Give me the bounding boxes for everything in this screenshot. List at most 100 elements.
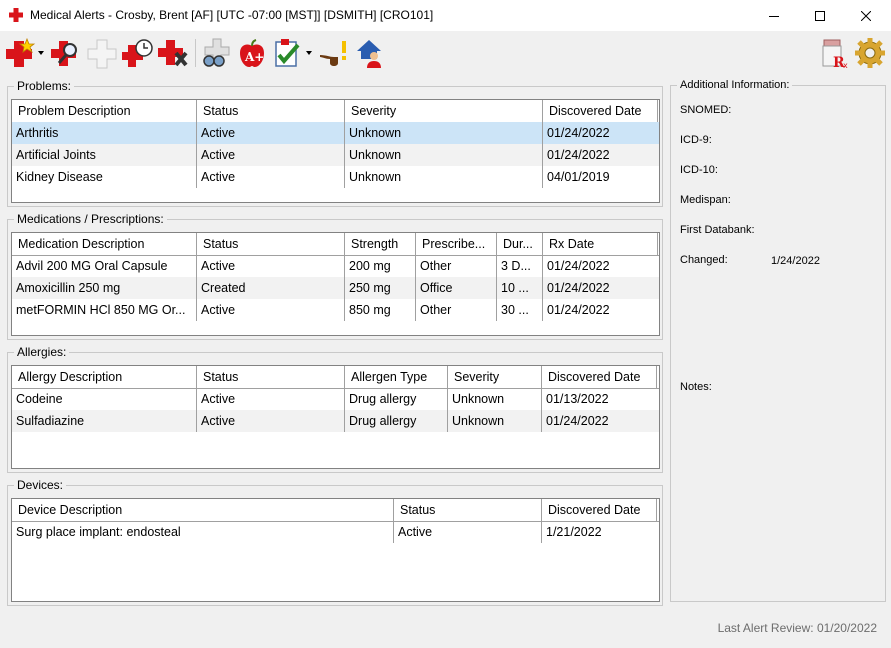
icd9-label: ICD-9: <box>680 134 712 146</box>
table-cell: Unknown <box>349 148 402 162</box>
table-cell: Surg place implant: endosteal <box>16 525 181 539</box>
table-cell: 250 mg <box>349 281 391 295</box>
column-header-status[interactable]: Status <box>197 366 345 388</box>
table-cell: 04/01/2019 <box>547 170 610 184</box>
table-row[interactable]: metFORMIN HCl 850 MG Or... Active 850 mg Ot… <box>12 299 659 321</box>
rx-prescription-button[interactable]: R x <box>818 37 850 69</box>
table-cell: Office <box>420 281 453 295</box>
table-cell: 200 mg <box>349 259 391 273</box>
table-row[interactable]: Amoxicillin 250 mg Created 250 mg Office 10 … <box>12 277 659 299</box>
checklist-icon <box>275 39 300 67</box>
toolbar-separator <box>195 39 196 67</box>
column-header-status[interactable]: Status <box>394 499 542 521</box>
column-header-device-description[interactable]: Device Description <box>12 499 394 521</box>
table-cell: 10 ... <box>501 281 529 295</box>
allergies-grid[interactable]: Allergy Description Status Allergen Type Se… <box>11 365 660 469</box>
column-header-severity[interactable]: Severity <box>345 100 543 122</box>
column-header-discovered-date[interactable]: Discovered Date <box>543 100 658 122</box>
delete-alert-button[interactable] <box>158 37 190 69</box>
medications-grid[interactable]: Medication Description Status Strength Pres… <box>11 232 660 336</box>
alert-history-button[interactable] <box>122 37 154 69</box>
table-cell: Unknown <box>452 414 505 428</box>
medications-grid-header: Medication Description Status Strength Pres… <box>12 233 659 256</box>
health-apple-button[interactable]: A+ <box>236 37 268 69</box>
icd10-label: ICD-10: <box>680 164 718 176</box>
home-user-button[interactable] <box>354 37 386 69</box>
devices-grid-header: Device Description Status Discovered Date <box>12 499 659 522</box>
table-cell: Drug allergy <box>349 414 417 428</box>
column-header-dur[interactable]: Dur... <box>497 233 543 255</box>
table-cell: Kidney Disease <box>16 170 103 184</box>
column-header-status[interactable]: Status <box>197 100 345 122</box>
column-header-medication-description[interactable]: Medication Description <box>12 233 197 255</box>
table-row[interactable]: Codeine Active Drug allergy Unknown 01/13/20… <box>12 388 659 410</box>
table-cell: Active <box>201 392 236 406</box>
table-cell: Artificial Joints <box>16 148 96 162</box>
table-cell: Drug allergy <box>349 392 417 406</box>
pipe-icon <box>320 41 346 66</box>
house-user-icon <box>357 40 381 68</box>
column-header-problem-description[interactable]: Problem Description <box>12 100 197 122</box>
table-cell: Sulfadiazine <box>16 414 85 428</box>
table-row[interactable]: Surg place implant: endosteal Active 1/21/… <box>12 521 659 543</box>
allergies-label: Allergies: <box>14 345 70 359</box>
additional-info-label: Additional Information: <box>677 79 793 91</box>
close-button[interactable] <box>843 0 889 31</box>
column-header-prescribe[interactable]: Prescribe... <box>416 233 497 255</box>
column-header-rx-date[interactable]: Rx Date <box>543 233 658 255</box>
problems-grid[interactable]: Problem Description Status Severity Discove… <box>11 99 660 203</box>
maximize-button[interactable] <box>797 0 843 31</box>
table-cell: Other <box>420 259 452 273</box>
checklist-button[interactable] <box>272 37 304 69</box>
column-header-discovered-date[interactable]: Discovered Date <box>542 366 657 388</box>
window-title: Medical Alerts - Crosby, Brent [AF] [UTC… <box>30 8 434 22</box>
title-bar: Medical Alerts - Crosby, Brent [AF] [UTC… <box>0 0 891 31</box>
table-cell: 01/24/2022 <box>547 126 610 140</box>
table-cell: Unknown <box>349 126 402 140</box>
column-header-allergen-type[interactable]: Allergen Type <box>345 366 448 388</box>
last-alert-review: Last Alert Review: 01/20/2022 <box>717 621 877 635</box>
first-databank-label: First Databank: <box>680 224 755 236</box>
problems-grid-header: Problem Description Status Severity Discove… <box>12 100 659 123</box>
column-header-strength[interactable]: Strength <box>345 233 416 255</box>
column-header-allergy-description[interactable]: Allergy Description <box>12 366 197 388</box>
chevron-down-icon[interactable] <box>38 51 44 56</box>
table-cell: Unknown <box>452 392 505 406</box>
smoking-status-button[interactable] <box>318 37 350 69</box>
table-cell: 850 mg <box>349 303 391 317</box>
column-header-severity[interactable]: Severity <box>448 366 542 388</box>
delete-cross-icon <box>158 40 188 67</box>
add-alert-button[interactable] <box>4 37 36 69</box>
changed-value: 1/24/2022 <box>771 255 820 267</box>
table-cell: Amoxicillin 250 mg <box>16 281 121 295</box>
problems-label: Problems: <box>14 79 75 93</box>
table-row[interactable]: Sulfadiazine Active Drug allergy Unknown 01/… <box>12 410 659 432</box>
blank-alert-button[interactable] <box>86 37 118 69</box>
table-cell: Codeine <box>16 392 63 406</box>
gear-icon <box>855 38 885 68</box>
search-alert-button[interactable] <box>50 37 82 69</box>
minimize-button[interactable] <box>751 0 797 31</box>
column-header-status[interactable]: Status <box>197 233 345 255</box>
table-row[interactable]: Arthritis Active Unknown 01/24/2022 <box>12 122 659 144</box>
maximize-icon <box>815 10 825 21</box>
table-cell: metFORMIN HCl 850 MG Or... <box>16 303 186 317</box>
print-preview-button[interactable] <box>200 37 232 69</box>
table-cell: 1/21/2022 <box>546 525 602 539</box>
table-row[interactable]: Artificial Joints Active Unknown 01/24/2022 <box>12 144 659 166</box>
devices-grid[interactable]: Device Description Status Discovered Date S… <box>11 498 660 602</box>
allergies-grid-header: Allergy Description Status Allergen Type Se… <box>12 366 659 389</box>
table-cell: Active <box>201 414 236 428</box>
svg-text:x: x <box>843 61 848 69</box>
table-cell: Created <box>201 281 246 295</box>
table-cell: 01/24/2022 <box>546 414 609 428</box>
blank-cross-icon <box>87 39 117 69</box>
chevron-down-icon[interactable] <box>306 51 312 56</box>
settings-button[interactable] <box>854 37 886 69</box>
table-cell: Active <box>201 303 236 317</box>
table-cell: Unknown <box>349 170 402 184</box>
column-header-discovered-date[interactable]: Discovered Date <box>542 499 657 521</box>
table-row[interactable]: Advil 200 MG Oral Capsule Active 200 mg Oth… <box>12 255 659 277</box>
table-cell: 01/24/2022 <box>547 259 610 273</box>
table-row[interactable]: Kidney Disease Active Unknown 04/01/2019 <box>12 166 659 188</box>
